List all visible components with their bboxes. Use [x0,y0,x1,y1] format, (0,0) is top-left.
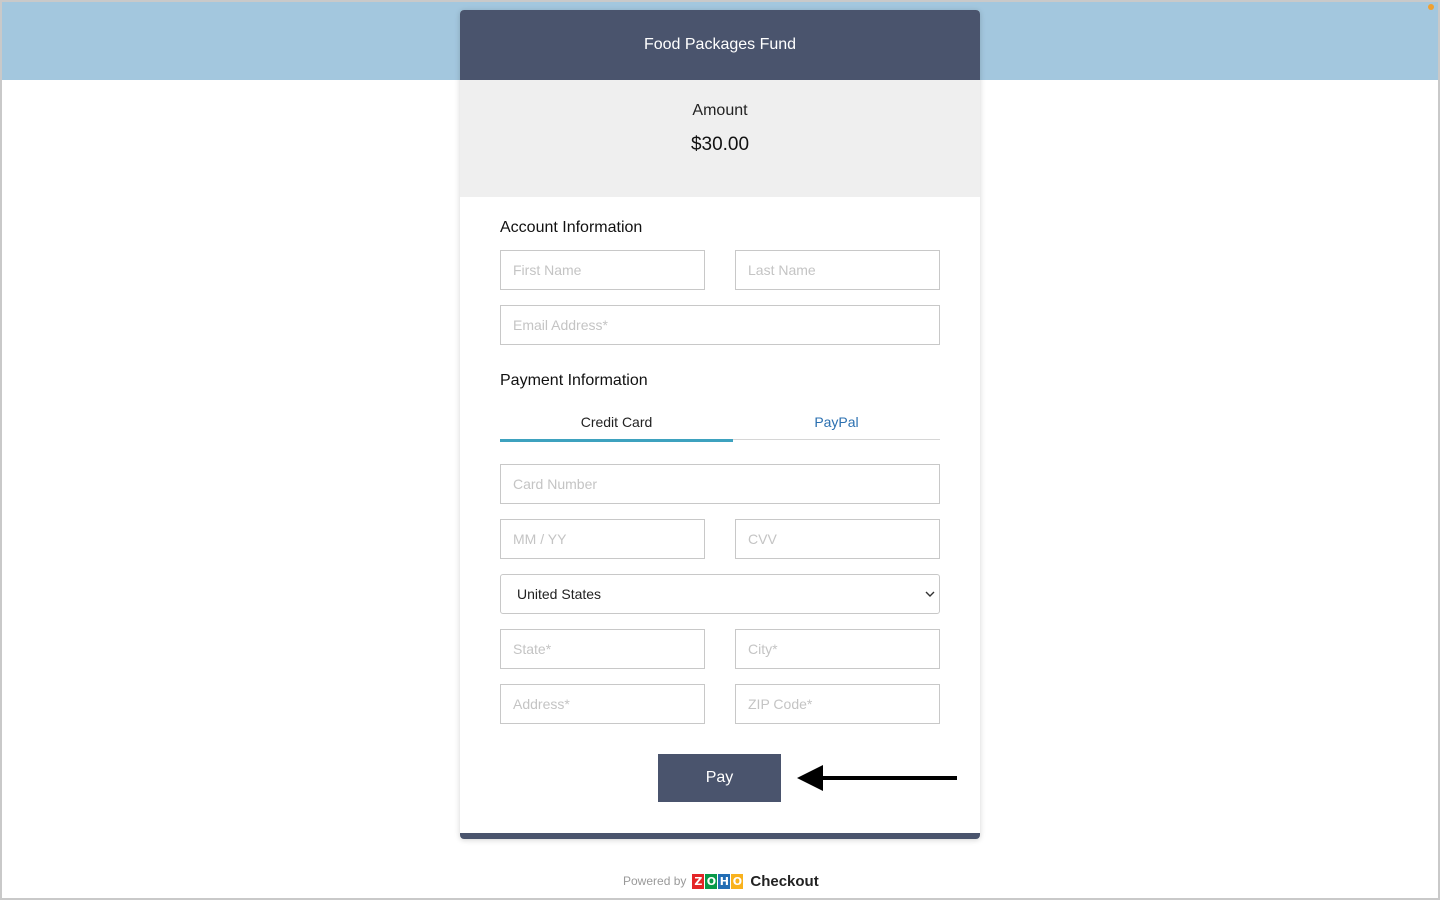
tab-paypal[interactable]: PayPal [733,404,940,440]
payment-method-tabs: Credit Card PayPal [500,404,940,442]
email-input[interactable] [500,305,940,345]
amount-label: Amount [692,102,748,119]
zoho-letter-o: O [705,873,718,889]
form-title: Food Packages Fund [643,36,797,53]
state-input[interactable] [500,629,705,669]
last-name-input[interactable] [735,250,940,290]
chevron-down-icon [925,591,935,597]
zoho-letter-h: H [718,873,731,889]
country-select-value: United States [517,586,602,602]
zoho-logo: Z O H O [692,873,744,889]
cvv-input[interactable] [735,519,940,559]
zoho-letter-z: Z [692,873,705,889]
address-input[interactable] [500,684,705,724]
amount-panel: Amount $30.00 [460,80,980,197]
card-footer-bar [460,833,980,839]
country-select[interactable]: United States [500,574,940,614]
zoho-letter-o-2: O [731,873,744,889]
zip-code-input[interactable] [735,684,940,724]
first-name-input[interactable] [500,250,705,290]
account-section-title: Account Information [500,219,643,236]
city-input[interactable] [735,629,940,669]
tab-credit-card[interactable]: Credit Card [500,404,733,442]
arrow-left-icon [797,765,957,791]
card-number-input[interactable] [500,464,940,504]
window-indicator-dot [1428,4,1434,10]
powered-by-footer: Powered by Z O H O Checkout [623,870,819,892]
checkout-brand-text: Checkout [750,872,819,890]
payment-section-title: Payment Information [500,372,648,389]
pay-button[interactable]: Pay [658,754,781,802]
expiry-input[interactable] [500,519,705,559]
amount-value: $30.00 [690,134,750,155]
powered-by-text: Powered by [623,874,687,888]
form-header: Food Packages Fund [460,10,980,80]
payment-form-card: Food Packages Fund Amount $30.00 Account… [460,10,980,839]
